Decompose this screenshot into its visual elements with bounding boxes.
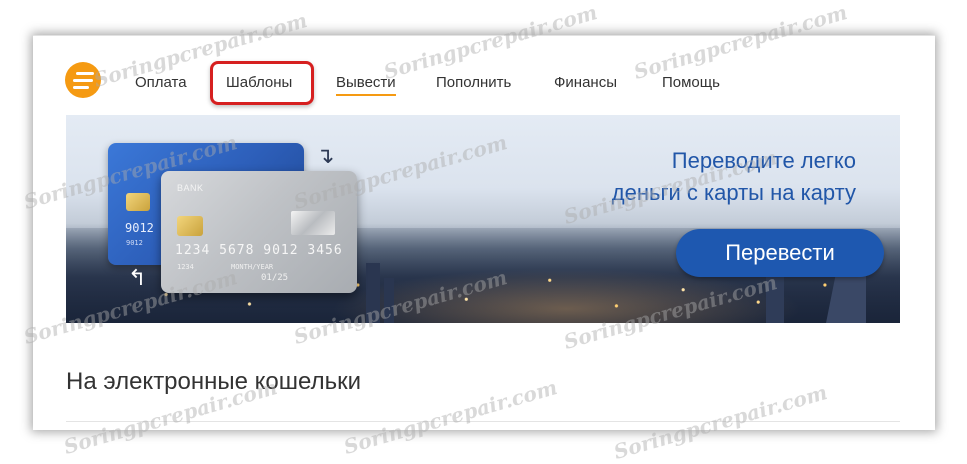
card-bank-label: BANK [177, 183, 204, 193]
banner-headline-line2: деньги с карты на карту [611, 180, 856, 205]
active-tab-underline [336, 94, 396, 96]
page-frame: Оплата Шаблоны Вывести Пополнить Финансы… [33, 35, 935, 430]
nav-item-help[interactable]: Помощь [662, 74, 720, 92]
nav-item-finance[interactable]: Финансы [554, 74, 617, 92]
blue-card-number: 9012 [125, 221, 154, 235]
banner-headline-line1: Переводите легко [671, 148, 856, 173]
banner-headline: Переводите легко деньги с карты на карту [612, 145, 856, 209]
card-expiry-label: MONTH/YEAR [231, 263, 274, 271]
curved-arrow-icon: ↴ [316, 143, 335, 168]
divider [66, 421, 900, 422]
silver-card-number: 1234 5678 9012 3456 [175, 243, 343, 258]
nav-item-topup[interactable]: Пополнить [436, 74, 511, 92]
logo-menu-icon[interactable] [65, 62, 101, 98]
card-expiry: 01/25 [261, 273, 289, 283]
transfer-button[interactable]: Перевести [676, 229, 884, 277]
nav-item-payment[interactable]: Оплата [135, 74, 187, 92]
promo-banner: 9012 9012 BANK 1234 5678 9012 3456 1234 … [66, 115, 900, 323]
silver-card-small-number: 1234 [177, 263, 194, 271]
section-title: На электронные кошельки [66, 368, 361, 395]
card-chip-icon [126, 193, 150, 211]
silver-bank-card-image: BANK 1234 5678 9012 3456 1234 MONTH/YEAR… [161, 171, 357, 293]
nav-item-withdraw-label: Вывести [336, 74, 396, 91]
blue-card-small-number: 9012 [126, 239, 143, 247]
card-hologram-icon [291, 211, 335, 235]
nav-item-withdraw[interactable]: Вывести [336, 74, 396, 96]
card-chip-icon [177, 216, 203, 236]
templates-highlight-box [210, 61, 314, 105]
curved-arrow-icon: ↰ [128, 265, 147, 290]
